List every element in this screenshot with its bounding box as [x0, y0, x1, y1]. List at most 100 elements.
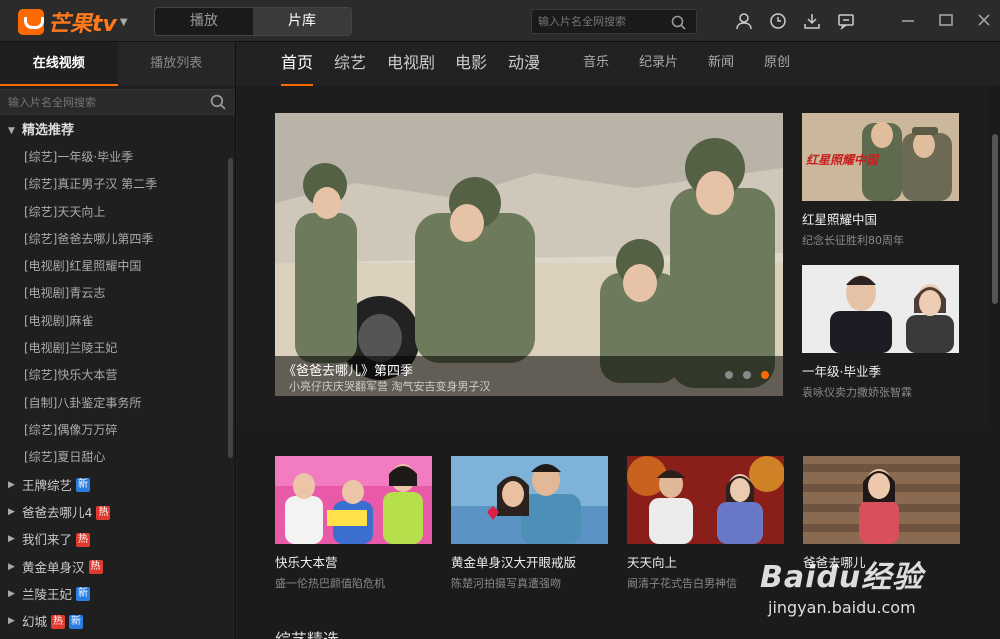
category-label: 幻城 [22, 614, 48, 630]
tab-music[interactable]: 音乐 [583, 42, 609, 86]
chevron-right-icon: ▶ [8, 561, 15, 572]
chevron-right-icon: ▶ [8, 534, 15, 545]
list-item[interactable]: [综艺]偶像万万碎 [0, 417, 235, 444]
list-item[interactable]: [综艺]爸爸去哪儿第四季 [0, 226, 235, 253]
list-item[interactable]: [综艺]真正男子汉 第二季 [0, 171, 235, 198]
list-item[interactable]: [综艺]夏日甜心 [0, 444, 235, 471]
list-item[interactable]: [综艺]快乐大本营 [0, 362, 235, 389]
list-item[interactable]: [电视剧]麻雀 [0, 308, 235, 335]
mode-play-tab[interactable]: 播放 [155, 8, 253, 35]
tab-movie[interactable]: 电影 [455, 42, 487, 86]
category-label: 黄金单身汉 [22, 559, 85, 575]
search-icon[interactable] [671, 15, 686, 34]
poster-thumbnail: 红星照耀中国 [802, 113, 959, 201]
tab-documentary[interactable]: 纪录片 [639, 42, 678, 86]
tab-original[interactable]: 原创 [764, 42, 790, 86]
top-search-input[interactable] [532, 10, 662, 33]
logo-text: 芒果tv [48, 12, 117, 37]
title-bar: 芒果tv ▼ 播放 片库 [0, 0, 1000, 42]
carousel-dot[interactable] [743, 371, 751, 379]
new-badge: 新 [76, 478, 91, 493]
maximize-icon[interactable] [936, 10, 956, 30]
category-huancheng[interactable]: ▶ 幻城 热 新 [0, 608, 235, 635]
card-title: 黄金单身汉大开眼戒版 [451, 555, 577, 570]
mode-switch: 播放 片库 [154, 7, 352, 36]
main-scrollbar[interactable] [992, 134, 998, 304]
tab-variety[interactable]: 综艺 [334, 42, 366, 86]
hot-badge: 热 [76, 532, 91, 547]
watermark-logo: Baidu经验 [760, 560, 924, 595]
carousel-dot-active[interactable] [761, 371, 769, 379]
history-icon[interactable] [768, 11, 788, 31]
category-nav: 首页 综艺 电视剧 电影 动漫 音乐 纪录片 新闻 原创 [237, 42, 1000, 86]
hero-banner[interactable]: 《爸爸去哪儿》第四季 小亮仔庆庆哭翻军营 淘气安吉变身男子汉 [275, 113, 783, 396]
carousel-dot[interactable] [725, 371, 733, 379]
list-item[interactable]: [电视剧]红星照耀中国 [0, 253, 235, 280]
left-panel: 在线视频 播放列表 ▼ 精选推荐 [综艺]一年级·毕业季 [综艺]真正男子汉 第… [0, 42, 236, 639]
left-scrollbar[interactable] [228, 158, 233, 458]
video-card[interactable]: 黄金单身汉大开眼戒版 陈楚河拍摄写真遭强吻 [451, 456, 608, 591]
category-wangpai[interactable]: ▶ 王牌综艺 新 [0, 472, 235, 499]
download-icon[interactable] [802, 11, 822, 31]
list-item[interactable]: [综艺]天天向上 [0, 199, 235, 226]
main-area: 首页 综艺 电视剧 电影 动漫 音乐 纪录片 新闻 原创 《爸爸去哪儿》第四季 … [237, 42, 1000, 639]
close-icon[interactable] [974, 10, 994, 30]
category-lanling[interactable]: ▶ 兰陵王妃 新 [0, 581, 235, 608]
chevron-right-icon: ▶ [8, 588, 15, 599]
tab-online-video[interactable]: 在线视频 [0, 42, 118, 86]
card-subtitle: 盛一伦热巴颜值陷危机 [275, 577, 385, 590]
category-baba[interactable]: ▶ 爸爸去哪儿4 热 [0, 499, 235, 526]
new-badge: 新 [76, 587, 91, 602]
list-item[interactable]: [综艺]一年级·毕业季 [0, 144, 235, 171]
search-icon[interactable] [210, 94, 226, 114]
minimize-icon[interactable] [898, 10, 918, 30]
poster-thumbnail [627, 456, 785, 544]
chevron-right-icon: ▶ [8, 479, 15, 490]
card-title: 快乐大本营 [275, 555, 338, 570]
new-badge: 新 [69, 614, 84, 629]
chevron-down-icon: ▼ [8, 126, 15, 136]
poster-thumbnail [802, 265, 959, 353]
hero-image [275, 113, 783, 396]
list-item[interactable]: [自制]八卦鉴定事务所 [0, 390, 235, 417]
watermark-url: jingyan.baidu.com [768, 598, 916, 617]
channel-tree: ▼ 精选推荐 [综艺]一年级·毕业季 [综艺]真正男子汉 第二季 [综艺]天天向… [0, 118, 235, 638]
hot-badge: 热 [51, 614, 66, 629]
mode-library-tab[interactable]: 片库 [253, 8, 351, 35]
left-search-input[interactable] [0, 90, 200, 114]
user-icon[interactable] [734, 11, 754, 31]
category-label: 兰陵王妃 [22, 586, 73, 602]
group-featured[interactable]: ▼ 精选推荐 [0, 118, 235, 144]
tab-tv-series[interactable]: 电视剧 [387, 42, 435, 86]
card-subtitle: 纪念长征胜利80周年 [802, 234, 904, 247]
video-card[interactable]: 快乐大本营 盛一伦热巴颜值陷危机 [275, 456, 432, 591]
hero-caption: 《爸爸去哪儿》第四季 小亮仔庆庆哭翻军营 淘气安吉变身男子汉 [275, 356, 783, 396]
poster-thumbnail [275, 456, 432, 544]
list-item[interactable]: [电视剧]青云志 [0, 280, 235, 307]
card-title: 红星照耀中国 [802, 212, 878, 227]
category-bachelor[interactable]: ▶ 黄金单身汉 热 [0, 553, 235, 580]
app-logo[interactable]: 芒果tv ▼ [18, 6, 128, 38]
tab-anime[interactable]: 动漫 [508, 42, 540, 86]
card-subtitle: 袁咏仪卖力撒娇张智霖 [802, 386, 912, 399]
side-card[interactable]: 红星照耀中国 红星照耀中国 纪念长征胜利80周年 [802, 113, 959, 248]
card-subtitle: 陈楚河拍摄写真遭强吻 [451, 577, 561, 590]
list-item[interactable]: [电视剧]兰陵王妃 [0, 335, 235, 362]
hot-badge: 热 [88, 560, 103, 575]
tab-news[interactable]: 新闻 [708, 42, 734, 86]
chevron-right-icon: ▶ [8, 616, 15, 627]
logo-dropdown-icon[interactable]: ▼ [120, 17, 128, 28]
poster-thumbnail [803, 456, 960, 544]
hero-title: 《爸爸去哪儿》第四季 [283, 364, 414, 379]
poster-logo-text: 红星照耀中国 [806, 153, 879, 167]
mgtv-app-window: 芒果tv ▼ 播放 片库 输入片名全网搜索 在线视频 播放列表 输入片名全网搜索… [0, 0, 1000, 639]
baidu-watermark: Baidu经验 jingyan.baidu.com [760, 552, 960, 622]
category-women[interactable]: ▶ 我们来了 热 [0, 526, 235, 553]
message-icon[interactable] [836, 11, 856, 31]
tab-playlist[interactable]: 播放列表 [118, 42, 236, 86]
tab-home[interactable]: 首页 [281, 42, 314, 86]
left-tabs: 在线视频 播放列表 [0, 42, 235, 86]
window-controls [898, 10, 994, 30]
poster-thumbnail [451, 456, 608, 544]
side-card[interactable]: 一年级·毕业季 袁咏仪卖力撒娇张智霖 [802, 265, 959, 400]
